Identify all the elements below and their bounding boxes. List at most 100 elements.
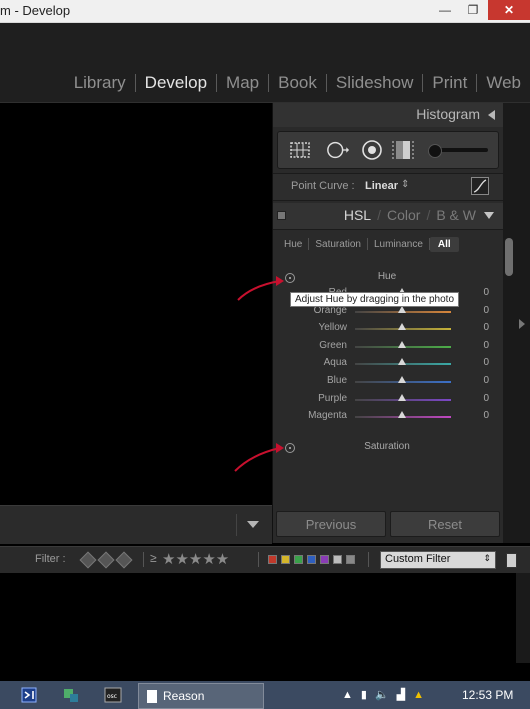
hue-slider-label: Yellow bbox=[318, 322, 347, 334]
hue-section-title: Hue bbox=[377, 271, 397, 282]
tab-color[interactable]: Color bbox=[387, 207, 420, 223]
color-label-swatch[interactable] bbox=[294, 555, 303, 564]
subtab-all[interactable]: All bbox=[429, 236, 459, 252]
puzzle-app-icon[interactable] bbox=[60, 685, 82, 705]
volume-icon[interactable]: 🔈 bbox=[375, 688, 389, 701]
adjustment-brush-icon[interactable] bbox=[428, 144, 442, 158]
module-web[interactable]: Web bbox=[477, 73, 530, 93]
panel-scrollbar-track[interactable] bbox=[503, 103, 515, 543]
color-label-swatch[interactable] bbox=[320, 555, 329, 564]
color-label-swatch[interactable] bbox=[307, 555, 316, 564]
module-slideshow[interactable]: Slideshow bbox=[327, 73, 423, 93]
custom-filter-value: Custom Filter bbox=[385, 553, 451, 565]
minimize-button[interactable]: — bbox=[432, 0, 458, 20]
close-button[interactable]: ✕ bbox=[488, 0, 530, 20]
histogram-header[interactable]: Histogram bbox=[273, 103, 504, 127]
filter-separator bbox=[143, 552, 144, 567]
panel-scrollbar-thumb[interactable] bbox=[505, 238, 513, 276]
filmstrip-filter-bar: Filter : ≥ ★★★★★ Custom Filter ⇕ bbox=[0, 546, 530, 574]
hue-slider-label: Magenta bbox=[308, 410, 347, 422]
color-label-swatch[interactable] bbox=[333, 555, 342, 564]
hue-slider-row: Aqua 0 bbox=[277, 355, 497, 372]
annotation-arrow-icon bbox=[234, 276, 284, 472]
point-curve-label: Point Curve : bbox=[291, 180, 355, 192]
develop-right-panel: Histogram Point Curve : Linear ⇕ HSL / C… bbox=[272, 103, 504, 543]
rating-operator[interactable]: ≥ bbox=[150, 551, 157, 565]
rating-stars[interactable]: ★★★★★ bbox=[162, 550, 229, 568]
curve-edit-icon[interactable] bbox=[471, 177, 489, 195]
hue-slider-value[interactable]: 0 bbox=[483, 410, 489, 421]
previous-button[interactable]: Previous bbox=[276, 511, 386, 537]
filter-lock-icon[interactable] bbox=[506, 553, 517, 568]
document-icon bbox=[147, 689, 157, 703]
windows-taskbar: osc Reason ▲ ▮ 🔈 ▟ ▲ 12:53 PM bbox=[0, 681, 530, 709]
expand-right-arrow-icon[interactable] bbox=[519, 319, 525, 329]
custom-filter-select[interactable]: Custom Filter ⇕ bbox=[380, 551, 496, 569]
visual-studio-icon[interactable] bbox=[18, 685, 40, 705]
bottom-toolbar bbox=[0, 505, 272, 544]
hsl-subtabs: Hue Saturation Luminance All bbox=[278, 234, 498, 254]
toolbar-content-dropdown-icon[interactable] bbox=[247, 521, 259, 528]
point-curve-row: Point Curve : Linear ⇕ bbox=[273, 173, 504, 201]
spot-removal-icon[interactable] bbox=[326, 138, 350, 162]
slider-knob-icon[interactable] bbox=[398, 411, 406, 419]
hue-slider-value[interactable]: 0 bbox=[483, 393, 489, 404]
filmstrip-scroll-edge bbox=[516, 573, 530, 663]
reset-button[interactable]: Reset bbox=[390, 511, 500, 537]
tooltip: Adjust Hue by dragging in the photo bbox=[290, 292, 459, 307]
taskbar-window-reason[interactable]: Reason bbox=[138, 683, 264, 709]
network-icon[interactable]: ▟ bbox=[397, 688, 405, 701]
drive-icon[interactable]: ▲ bbox=[413, 689, 424, 701]
collapse-arrow-icon[interactable] bbox=[488, 110, 495, 120]
hue-slider-value[interactable]: 0 bbox=[483, 322, 489, 333]
power-icon[interactable]: ▮ bbox=[361, 688, 367, 701]
collapse-triangle-icon[interactable] bbox=[484, 211, 494, 219]
point-curve-select[interactable]: Linear bbox=[365, 180, 398, 192]
updown-caret-icon: ⇕ bbox=[483, 553, 491, 563]
system-tray: ▲ ▮ 🔈 ▟ ▲ bbox=[342, 688, 424, 702]
hue-slider-row: Magenta 0 bbox=[277, 408, 497, 425]
hue-slider-value[interactable]: 0 bbox=[483, 357, 489, 368]
slider-knob-icon[interactable] bbox=[398, 340, 406, 348]
graduated-filter-icon[interactable] bbox=[391, 138, 415, 162]
pick-flag-icon[interactable] bbox=[79, 551, 97, 569]
hue-slider-label: Blue bbox=[326, 375, 347, 386]
hue-slider-label: Green bbox=[319, 339, 347, 351]
tab-hsl[interactable]: HSL bbox=[344, 207, 371, 223]
hue-slider-value[interactable]: 0 bbox=[483, 287, 489, 298]
tab-bw[interactable]: B & W bbox=[436, 207, 476, 223]
tab-separator: / bbox=[426, 207, 431, 223]
hue-slider-label: Purple bbox=[318, 392, 347, 404]
updown-caret-icon[interactable]: ⇕ bbox=[401, 179, 409, 190]
hue-slider-value[interactable]: 0 bbox=[483, 305, 489, 316]
filmstrip[interactable] bbox=[0, 573, 530, 681]
subtab-saturation[interactable]: Saturation bbox=[309, 239, 367, 250]
hue-slider-value[interactable]: 0 bbox=[483, 375, 489, 386]
taskbar-clock[interactable]: 12:53 PM bbox=[462, 688, 513, 702]
rejected-flag-icon[interactable] bbox=[115, 551, 133, 569]
show-hidden-icons-icon[interactable]: ▲ bbox=[342, 689, 353, 701]
slider-knob-icon[interactable] bbox=[398, 323, 406, 331]
slider-knob-icon[interactable] bbox=[398, 358, 406, 366]
saturation-section-header: Saturation bbox=[277, 438, 497, 458]
module-print[interactable]: Print bbox=[423, 73, 476, 93]
hue-slider-row: Green 0 bbox=[277, 338, 497, 355]
red-eye-icon[interactable] bbox=[360, 138, 384, 162]
subtab-luminance[interactable]: Luminance bbox=[368, 239, 429, 250]
hue-slider-value[interactable]: 0 bbox=[483, 340, 489, 351]
color-label-filters bbox=[268, 555, 355, 564]
svg-text:osc: osc bbox=[107, 693, 117, 700]
maximize-button[interactable]: ❐ bbox=[460, 0, 486, 20]
tool-strip bbox=[277, 131, 499, 169]
color-label-swatch[interactable] bbox=[346, 555, 355, 564]
slider-knob-icon[interactable] bbox=[398, 393, 406, 401]
saturation-section-title: Saturation bbox=[364, 441, 410, 452]
color-label-swatch[interactable] bbox=[268, 555, 277, 564]
color-label-swatch[interactable] bbox=[281, 555, 290, 564]
histogram-label: Histogram bbox=[416, 106, 480, 122]
slider-knob-icon[interactable] bbox=[398, 376, 406, 383]
filter-separator bbox=[258, 552, 259, 567]
filter-label: Filter : bbox=[35, 553, 66, 565]
unflagged-icon[interactable] bbox=[97, 551, 115, 569]
osc-app-icon[interactable]: osc bbox=[102, 685, 124, 705]
